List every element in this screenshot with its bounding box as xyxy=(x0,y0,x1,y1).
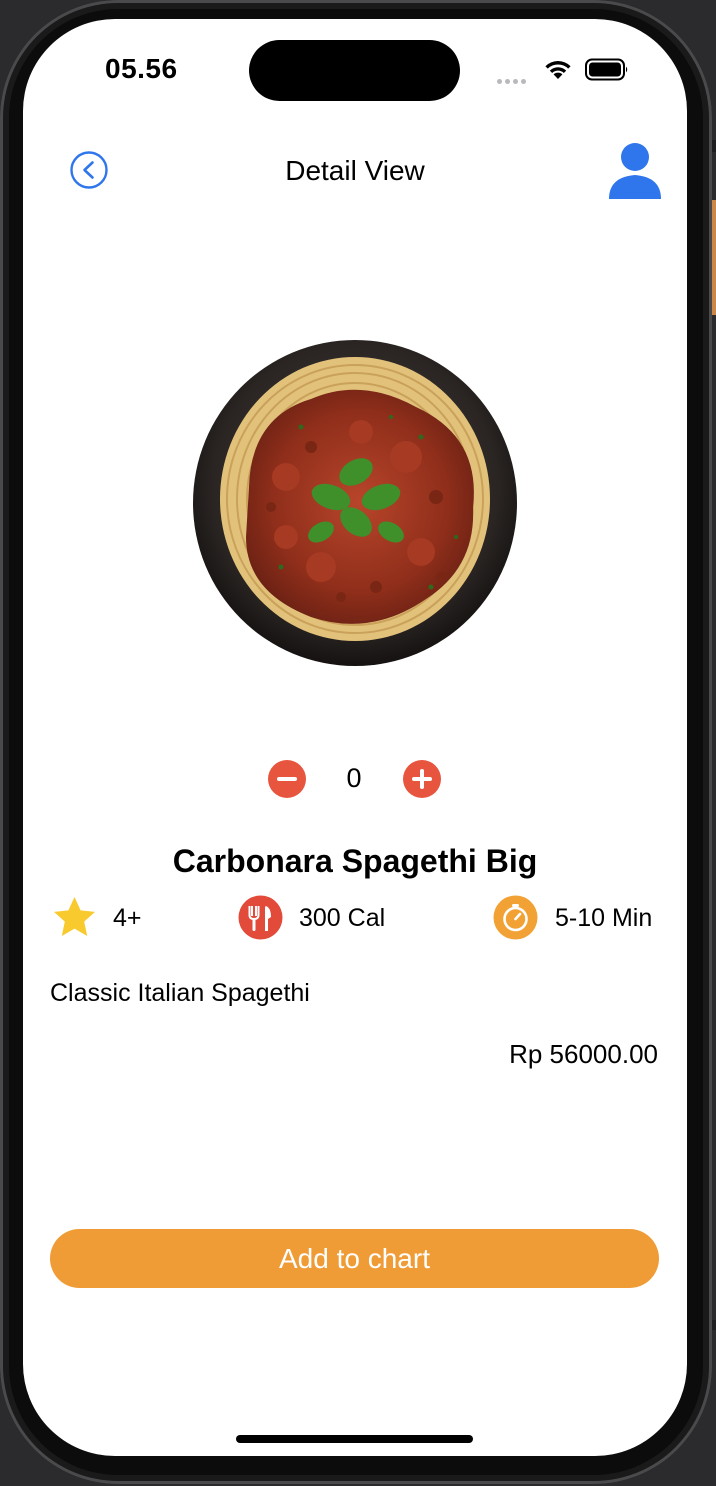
calories-value: 300 Cal xyxy=(299,904,386,932)
decrease-quantity-button[interactable] xyxy=(268,760,306,798)
profile-button[interactable] xyxy=(607,141,663,201)
increase-quantity-button[interactable] xyxy=(403,760,441,798)
status-time: 05.56 xyxy=(105,53,178,84)
phone-frame: 05.56 Detail View 0 Carbonara Spagethi B… xyxy=(0,0,712,1484)
dynamic-island xyxy=(249,40,460,101)
product-image xyxy=(193,340,517,666)
battery-icon xyxy=(585,58,628,81)
timer-icon xyxy=(493,895,538,940)
rating-value: 4+ xyxy=(113,904,142,932)
wifi-icon xyxy=(545,61,571,79)
cellular-signal-icon xyxy=(497,71,531,84)
product-description: Classic Italian Spagethi xyxy=(50,979,310,1007)
home-indicator[interactable] xyxy=(236,1435,473,1443)
quantity-value: 0 xyxy=(346,763,362,793)
star-icon xyxy=(54,897,95,936)
prep-time-value: 5-10 Min xyxy=(555,904,653,932)
app-screen: 05.56 Detail View 0 Carbonara Spagethi B… xyxy=(23,19,687,1456)
product-price: Rp 56000.00 xyxy=(509,1039,658,1069)
add-to-cart-button[interactable]: Add to chart xyxy=(50,1229,659,1288)
page-title: Detail View xyxy=(285,155,425,186)
product-name: Carbonara Spagethi Big xyxy=(172,843,538,879)
fork-knife-icon xyxy=(238,895,283,940)
